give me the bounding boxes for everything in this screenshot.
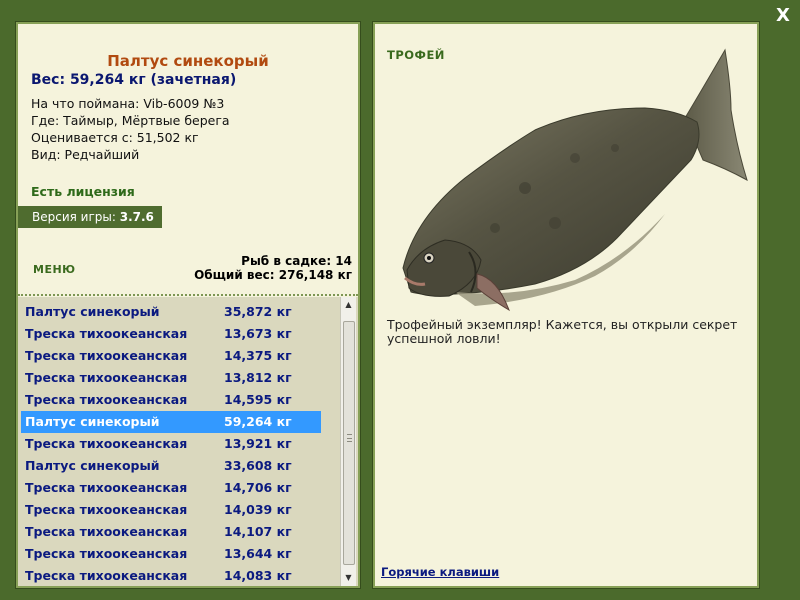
scrollbar[interactable]: ▲ ▼ [340,297,356,586]
divider [18,294,358,296]
fish-title: Палтус синекорый [107,52,269,70]
catch-list-item[interactable]: Палтус синекорый 59,264 кг [21,411,321,433]
catch-fish-weight: 14,595 кг [224,392,292,407]
catch-fish-name: Палтус синекорый [25,304,160,319]
catch-fish-weight: 14,083 кг [224,568,292,583]
halibut-fish-image [402,48,748,312]
catch-fish-name: Треска тихоокеанская [25,546,188,561]
catch-fish-weight: 33,608 кг [224,458,292,473]
catch-fish-name: Палтус синекорый [25,458,160,473]
catch-list-item[interactable]: Треска тихоокеанская 14,083 кг [21,565,321,586]
fish-rarity: Вид: Редчайший [31,147,140,162]
trophy-message: Трофейный экземпляр! Кажется, вы открыли… [387,317,738,346]
catch-fish-weight: 14,375 кг [224,348,292,363]
license-status: Есть лицензия [31,184,135,199]
catch-list-item[interactable]: Треска тихоокеанская 14,107 кг [21,521,321,543]
catch-list-item[interactable]: Палтус синекорый 33,608 кг [21,455,321,477]
hotkeys-link[interactable]: Горячие клавиши [381,565,499,579]
grip-icon [347,434,352,442]
catch-fish-weight: 13,644 кг [224,546,292,561]
keepnet-count: Рыб в садке: 14 [241,254,352,268]
catch-fish-name: Треска тихоокеанская [25,524,188,539]
menu-button[interactable]: МЕНЮ [33,263,76,276]
catch-fish-name: Треска тихоокеанская [25,392,188,407]
catch-fish-weight: 59,264 кг [224,414,292,429]
catch-fish-name: Треска тихоокеанская [25,568,188,583]
trophy-panel: ТРОФЕЙ Трофейный экземпляр! Кажется, вы … [373,22,759,588]
catch-list-item[interactable]: Треска тихоокеанская 13,812 кг [21,367,321,389]
catch-list-item[interactable]: Треска тихоокеанская 13,644 кг [21,543,321,565]
close-button[interactable]: X [772,4,794,28]
version-label: Версия игры: [32,210,116,224]
fish-location: Где: Таймыр, Мёртвые берега [31,113,230,128]
catch-list-item[interactable]: Треска тихоокеанская 13,673 кг [21,323,321,345]
catch-list-item[interactable]: Треска тихоокеанская 14,706 кг [21,477,321,499]
keepnet-summary: Рыб в садке: 14 Общий вес: 276,148 кг [194,254,352,282]
close-icon: X [776,5,790,26]
keepnet-total-weight: Общий вес: 276,148 кг [194,268,352,282]
version-value: 3.7.6 [119,210,154,224]
catch-list-item[interactable]: Треска тихоокеанская 13,921 кг [21,433,321,455]
scroll-down-arrow-icon[interactable]: ▼ [341,570,356,586]
catch-list-item[interactable]: Треска тихоокеанская 14,595 кг [21,389,321,411]
catch-fish-name: Треска тихоокеанская [25,370,188,385]
catch-fish-name: Треска тихоокеанская [25,436,188,451]
catch-fish-weight: 14,107 кг [224,524,292,539]
catch-fish-name: Треска тихоокеанская [25,348,188,363]
catch-fish-name: Палтус синекорый [25,414,160,429]
fish-bait: На что поймана: Vib-6009 №3 [31,96,225,111]
catch-fish-weight: 35,872 кг [224,304,292,319]
catch-list-item[interactable]: Треска тихоокеанская 14,039 кг [21,499,321,521]
fish-info-panel: Палтус синекорый Вес: 59,264 кг (зачетна… [16,22,360,588]
catch-fish-weight: 13,673 кг [224,326,292,341]
catch-fish-weight: 14,706 кг [224,480,292,495]
catch-list-item[interactable]: Палтус синекорый 35,872 кг [21,301,321,323]
catch-fish-weight: 13,921 кг [224,436,292,451]
scroll-thumb[interactable] [343,321,355,565]
catch-list-item[interactable]: Треска тихоокеанская 14,375 кг [21,345,321,367]
catch-list[interactable]: Палтус синекорый 35,872 кг Треска тихоокеа… [18,297,358,586]
catch-fish-weight: 13,812 кг [224,370,292,385]
scroll-up-arrow-icon[interactable]: ▲ [341,297,356,313]
fish-valued-from: Оценивается с: 51,502 кг [31,130,199,145]
catch-fish-name: Треска тихоокеанская [25,480,188,495]
catch-fish-weight: 14,039 кг [224,502,292,517]
game-version: Версия игры: 3.7.6 [18,206,162,228]
fish-weight: Вес: 59,264 кг (зачетная) [31,72,237,88]
catch-fish-name: Треска тихоокеанская [25,502,188,517]
catch-fish-name: Треска тихоокеанская [25,326,188,341]
